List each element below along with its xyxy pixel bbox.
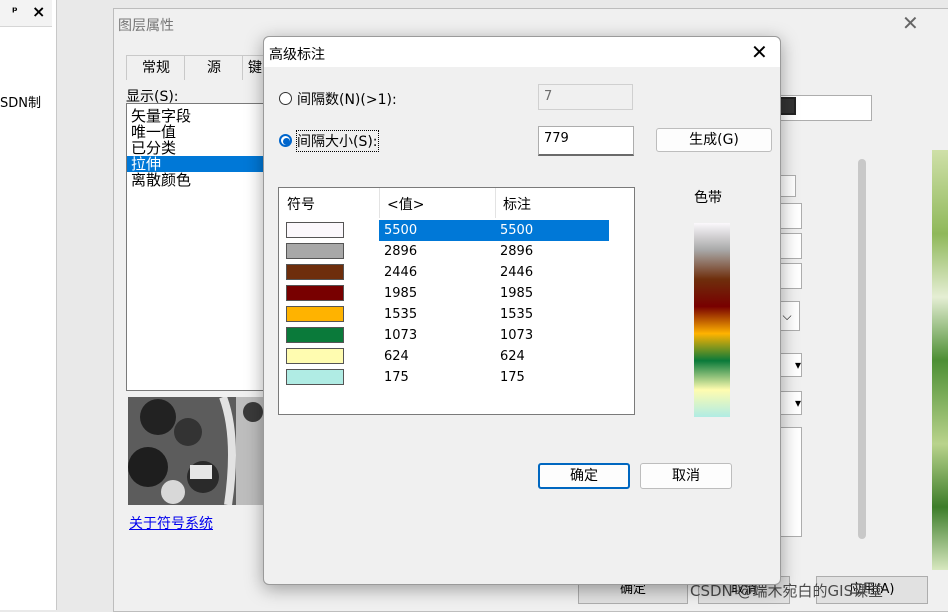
table-row[interactable]: 175 175 xyxy=(379,367,609,388)
label-cell[interactable]: 1535 xyxy=(500,304,533,325)
symbol-column-header[interactable]: 符号 xyxy=(279,192,379,218)
interval-count-radio[interactable] xyxy=(279,92,292,105)
interval-count-label[interactable]: 间隔数(N)(>1): xyxy=(297,89,397,109)
close-icon[interactable]: ✕ xyxy=(902,11,919,35)
value-cell[interactable]: 5500 xyxy=(384,220,417,241)
dock-partial-text: SDN制 xyxy=(0,96,41,111)
dialog-title: 高级标注 xyxy=(269,47,325,63)
value-cell[interactable]: 1535 xyxy=(384,304,417,325)
window-title: 图层属性 xyxy=(118,18,174,34)
table-row[interactable]: 2896 2896 xyxy=(379,241,609,262)
symbology-preview-image xyxy=(128,397,268,505)
close-icon[interactable]: × xyxy=(32,2,45,21)
table-row[interactable]: 624 624 xyxy=(379,346,609,367)
advanced-labeling-dialog: 高级标注 ✕ 间隔数(N)(>1): 7 间隔大小(S): 779 生成(G) … xyxy=(263,36,781,585)
value-cell[interactable]: 2446 xyxy=(384,262,417,283)
list-item[interactable]: 唯一值 xyxy=(131,124,267,140)
dialog-titlebar: 高级标注 ✕ xyxy=(264,37,780,67)
interval-size-radio[interactable] xyxy=(279,134,292,147)
symbol-swatch[interactable] xyxy=(286,348,344,364)
interval-size-label[interactable]: 间隔大小(S): xyxy=(296,130,379,152)
table-row[interactable]: 1535 1535 xyxy=(379,304,609,325)
symbol-swatch[interactable] xyxy=(286,327,344,343)
symbology-type-list[interactable]: 矢量字段 唯一值 已分类 拉伸 离散颜色 xyxy=(126,103,268,391)
value-cell[interactable]: 175 xyxy=(384,367,409,388)
value-cell[interactable]: 1073 xyxy=(384,325,417,346)
color-ramp[interactable] xyxy=(694,223,730,417)
value-cell[interactable]: 2896 xyxy=(384,241,417,262)
list-item[interactable]: 矢量字段 xyxy=(131,108,267,124)
interval-size-input[interactable]: 779 xyxy=(538,126,634,156)
value-cell[interactable]: 624 xyxy=(384,346,409,367)
color-ramp-label: 色带 xyxy=(694,190,722,206)
pin-icon[interactable]: ᵖ xyxy=(12,4,18,18)
dock-panel: ᵖ × SDN制 xyxy=(0,0,57,610)
table-row[interactable]: 1985 1985 xyxy=(379,283,609,304)
symbol-swatch[interactable] xyxy=(286,285,344,301)
symbol-swatch[interactable] xyxy=(286,369,344,385)
table-row[interactable]: 2446 2446 xyxy=(379,262,609,283)
label-cell[interactable]: 2446 xyxy=(500,262,533,283)
value-column-header[interactable]: <值> xyxy=(379,192,495,218)
symbol-swatch[interactable] xyxy=(286,222,344,238)
table-row[interactable]: 1073 1073 xyxy=(379,325,609,346)
close-icon[interactable]: ✕ xyxy=(751,40,768,64)
table-row[interactable]: 5500 5500 xyxy=(379,220,609,241)
tab-source[interactable]: 源 xyxy=(184,55,244,80)
cancel-button[interactable]: 取消 xyxy=(640,463,732,489)
class-table[interactable]: 符号 <值> 标注 5500 5500 2896 2896 2446 2446 1985 19… xyxy=(278,187,635,415)
list-item-selected[interactable]: 拉伸 xyxy=(127,156,267,172)
ok-button[interactable]: 确定 xyxy=(538,463,630,489)
symbol-swatch[interactable] xyxy=(286,243,344,259)
value-cell[interactable]: 1985 xyxy=(384,283,417,304)
list-item[interactable]: 离散颜色 xyxy=(131,172,267,188)
label-cell[interactable]: 1073 xyxy=(500,325,533,346)
label-cell[interactable]: 175 xyxy=(500,367,525,388)
tab-general[interactable]: 常规 xyxy=(126,55,186,80)
symbol-swatch[interactable] xyxy=(286,264,344,280)
label-cell[interactable]: 624 xyxy=(500,346,525,367)
label-column-header[interactable]: 标注 xyxy=(495,192,611,218)
symbol-swatch[interactable] xyxy=(286,306,344,322)
list-item[interactable]: 已分类 xyxy=(131,140,267,156)
about-symbology-link[interactable]: 关于符号系统 xyxy=(129,513,213,533)
generate-button[interactable]: 生成(G) xyxy=(656,128,772,152)
dock-header: ᵖ × xyxy=(0,0,52,27)
map-canvas-edge xyxy=(932,150,948,570)
label-cell[interactable]: 1985 xyxy=(500,283,533,304)
interval-count-input[interactable]: 7 xyxy=(538,84,633,110)
label-cell[interactable]: 5500 xyxy=(500,220,533,241)
scrollbar[interactable] xyxy=(858,159,866,539)
label-cell[interactable]: 2896 xyxy=(500,241,533,262)
